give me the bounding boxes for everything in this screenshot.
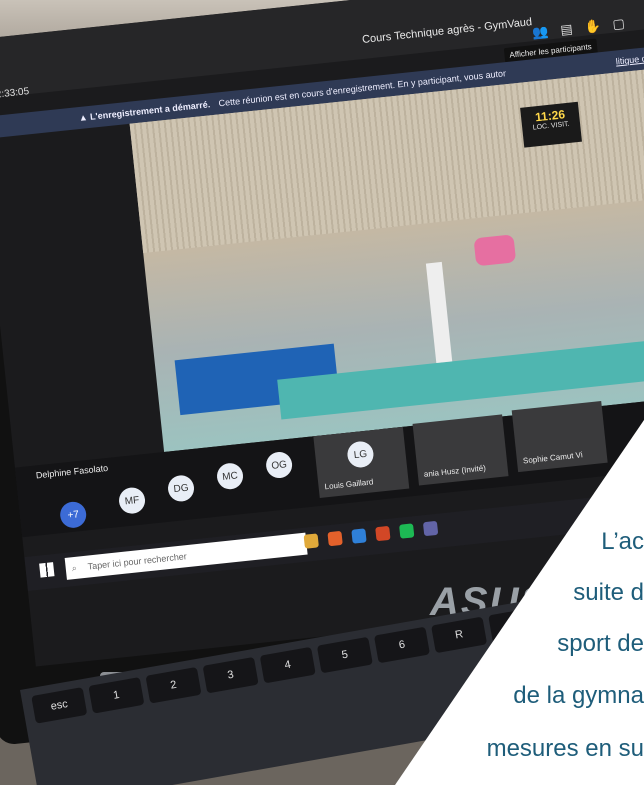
overlay-line-5: mesures en su [486, 735, 644, 762]
white-overlay-shape [395, 420, 644, 785]
overlay-line-3: sport de [557, 630, 644, 657]
overlay-line-1: L’ac [601, 528, 644, 555]
overlay-line-4: de la gymna [513, 682, 644, 709]
overlay-line-2: suite d [573, 579, 644, 606]
